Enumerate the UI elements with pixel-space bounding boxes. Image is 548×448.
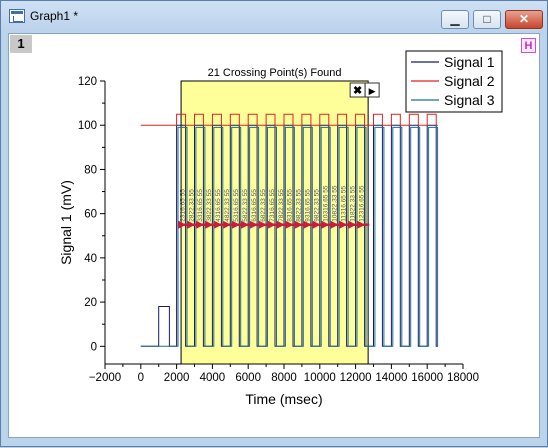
crossing-point-label: 2316.65 55 — [179, 189, 186, 222]
y-tick-label: 60 — [84, 209, 97, 221]
x-tick-label: 4000 — [200, 372, 226, 384]
y-axis-title: Signal 1 (mV) — [58, 180, 74, 265]
crossing-point-label: 8822.33 55 — [296, 189, 303, 222]
x-tick-label: −2000 — [89, 372, 121, 384]
y-tick-label: 120 — [78, 76, 97, 88]
x-tick-label: 14000 — [375, 372, 407, 384]
crossing-point-label: 7316.65 55 — [269, 189, 276, 222]
crossing-point-label: 8316.65 55 — [287, 189, 294, 222]
x-tick-label: 8000 — [271, 372, 297, 384]
crossing-point-label: 11822.33 55 — [349, 186, 356, 222]
crossing-point-label: 9822.33 55 — [314, 189, 321, 222]
crossing-point-label: 9316.65 55 — [305, 189, 312, 222]
x-tick-label: 18000 — [447, 372, 479, 384]
crossing-point-label: 3316.65 55 — [197, 189, 204, 222]
gadget-close-icon: ✖ — [353, 85, 362, 97]
crossing-point-label: 4316.65 55 — [215, 189, 222, 222]
y-tick-label: 20 — [84, 297, 97, 309]
x-tick-label: 16000 — [411, 372, 443, 384]
crossing-point-label: 5822.33 55 — [242, 189, 249, 222]
gadget-title: 21 Crossing Point(s) Found — [208, 67, 342, 79]
x-tick-label: 0 — [138, 372, 144, 384]
x-tick-label: 10000 — [304, 372, 336, 384]
crossing-point-label: 10316.65 55 — [322, 185, 329, 222]
x-axis-title: Time (msec) — [245, 391, 322, 407]
crossing-point-label: 7822.33 55 — [278, 189, 285, 222]
crossing-point-label: 2822.33 55 — [188, 189, 195, 222]
crossing-point-label: 6316.65 55 — [251, 189, 258, 222]
legend-label: Signal 1 — [444, 54, 495, 70]
y-tick-label: 40 — [84, 253, 97, 265]
crossing-point-label: 6822.33 55 — [260, 189, 267, 222]
x-tick-label: 6000 — [235, 372, 261, 384]
x-tick-label: 2000 — [164, 372, 190, 384]
plot-area[interactable]: −2000 0 2000 4000 6000 8000 10000 12000 14000 160… — [1, 1, 548, 448]
crossing-point-label: 12316.65 55 — [358, 185, 365, 222]
crossing-point-label: 11316.65 55 — [340, 186, 347, 222]
legend-label: Signal 2 — [444, 73, 495, 89]
x-tick-label: 12000 — [340, 372, 372, 384]
legend-label: Signal 3 — [444, 92, 495, 108]
crossing-point-label: 3822.33 55 — [206, 189, 213, 222]
y-tick-label: 80 — [84, 164, 97, 176]
gadget-menu-icon: ▶ — [369, 86, 376, 96]
graph-window: Graph1 * ▁ □ ✕ 1 H −2000 0 2000 4000 6000 800… — [0, 0, 548, 447]
y-tick-label: 100 — [78, 120, 97, 132]
crossing-point-label: 4822.33 55 — [224, 189, 231, 222]
crossing-point-label: 5316.65 55 — [233, 189, 240, 222]
crossing-point-label: 10822.33 55 — [332, 185, 339, 222]
y-tick-label: 0 — [91, 341, 97, 353]
